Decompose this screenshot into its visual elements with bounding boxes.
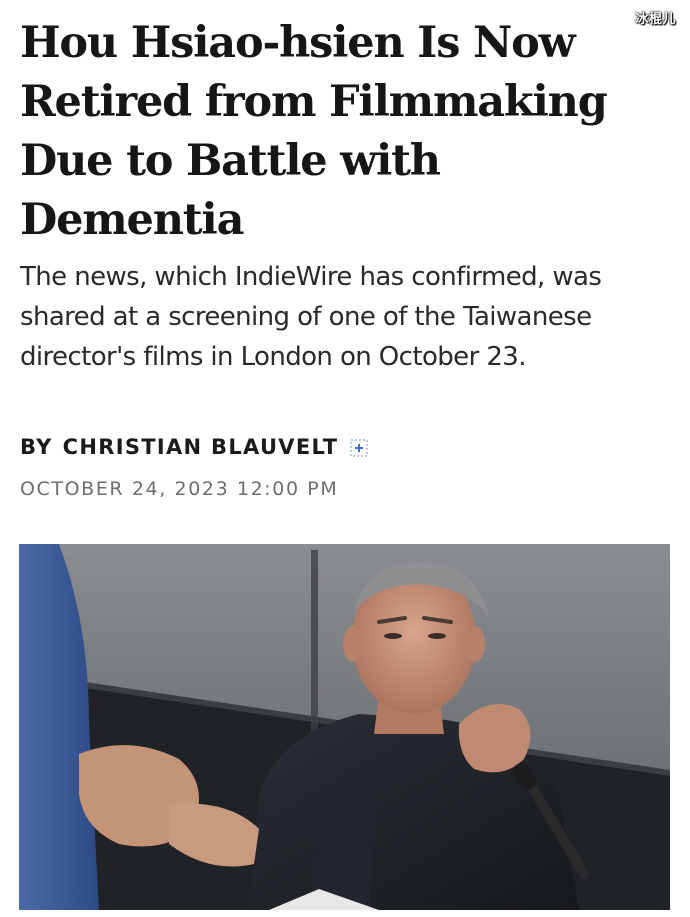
- article-dek: The news, which IndieWire has confirmed,…: [20, 262, 602, 372]
- article-headline: Hou Hsiao-hsien Is Now Retired from Film…: [20, 18, 608, 245]
- article-date: OCTOBER 24, 2023 12:00 PM: [20, 478, 339, 500]
- article-photo: [19, 544, 670, 910]
- byline: BY CHRISTIAN BLAUVELT: [20, 432, 368, 462]
- byline-prefix: BY: [20, 435, 53, 459]
- add-author-icon[interactable]: [350, 438, 368, 457]
- author-name-link[interactable]: CHRISTIAN BLAUVELT: [63, 435, 339, 459]
